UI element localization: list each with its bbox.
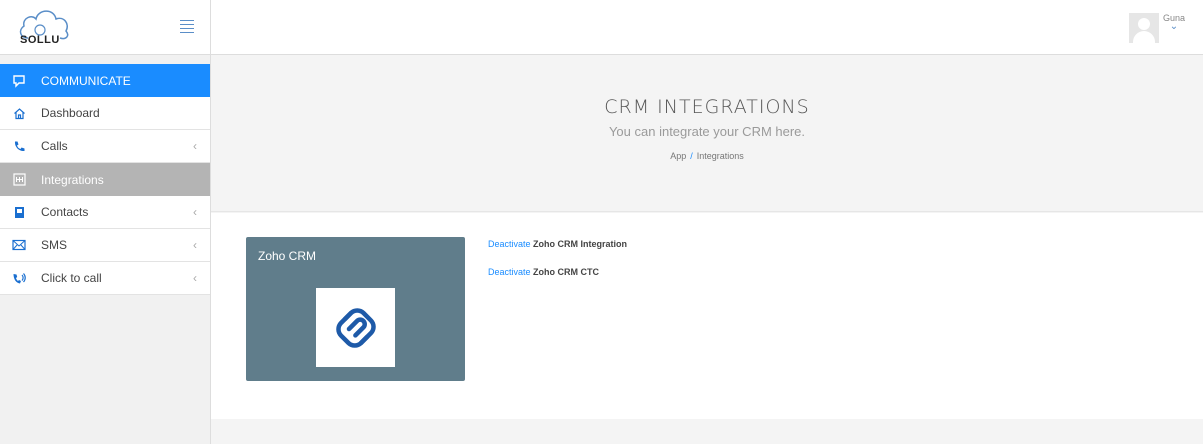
sidebar-item-label: Dashboard	[41, 106, 100, 120]
sidebar-item-click-to-call[interactable]: Click to call ‹	[0, 262, 210, 295]
chat-icon	[3, 74, 35, 88]
chevron-left-icon: ‹	[193, 238, 197, 252]
sidebar-item-label: SMS	[41, 238, 68, 252]
main-content: CRM INTEGRATIONS You can integrate your …	[211, 55, 1203, 444]
brand-name: SOLLU	[20, 34, 60, 46]
chevron-left-icon: ‹	[193, 205, 197, 219]
integrations-panel: Zoho CRM Deactivate Zoho CRM Integration…	[211, 213, 1203, 419]
sidebar: SOLLU COMMUNICATE Dashboard Calls ‹ Inte…	[0, 0, 211, 444]
menu-toggle-icon[interactable]	[180, 20, 194, 34]
sidebar-item-integrations[interactable]: Integrations	[0, 163, 210, 196]
user-menu[interactable]: Guna ⌄	[1128, 13, 1185, 43]
card-title: Zoho CRM	[258, 249, 317, 263]
sidebar-menu: COMMUNICATE Dashboard Calls ‹ Integratio…	[0, 64, 210, 295]
deactivate-ctc-link[interactable]: Deactivate	[488, 267, 531, 277]
breadcrumb-current: Integrations	[696, 151, 744, 161]
sidebar-item-label: Integrations	[41, 172, 104, 187]
sidebar-item-label: Contacts	[41, 205, 89, 219]
contacts-icon	[3, 206, 35, 219]
sms-icon	[3, 239, 35, 251]
click-to-call-icon	[3, 272, 35, 285]
deactivate-integration-link[interactable]: Deactivate	[488, 239, 531, 249]
sidebar-item-contacts[interactable]: Contacts ‹	[0, 196, 210, 229]
sidebar-section-label: COMMUNICATE	[41, 73, 131, 88]
breadcrumb-root[interactable]: App	[670, 151, 686, 161]
sidebar-item-dashboard[interactable]: Dashboard	[0, 97, 210, 130]
zoho-crm-card[interactable]: Zoho CRM	[246, 237, 465, 381]
sidebar-item-sms[interactable]: SMS ‹	[0, 229, 210, 262]
action-text: Zoho CRM CTC	[533, 267, 600, 277]
sidebar-item-calls[interactable]: Calls ‹	[0, 130, 210, 163]
action-text: Zoho CRM Integration	[533, 239, 628, 249]
action-row: Deactivate Zoho CRM CTC	[488, 267, 627, 277]
zoho-crm-logo-icon	[316, 288, 395, 367]
chevron-left-icon: ‹	[193, 139, 197, 153]
breadcrumb-separator: /	[690, 151, 693, 161]
page-header: CRM INTEGRATIONS You can integrate your …	[211, 55, 1203, 212]
action-row: Deactivate Zoho CRM Integration	[488, 239, 627, 249]
sidebar-item-label: Click to call	[41, 271, 102, 285]
page-subtitle: You can integrate your CRM here.	[608, 124, 806, 139]
chevron-left-icon: ‹	[193, 271, 197, 285]
phone-icon	[3, 140, 35, 153]
avatar[interactable]	[1128, 13, 1159, 43]
breadcrumb: App / Integrations	[211, 151, 1203, 161]
integrations-icon	[3, 173, 35, 186]
sidebar-item-label: Calls	[41, 139, 68, 153]
integration-actions: Deactivate Zoho CRM Integration Deactiva…	[488, 239, 627, 295]
page-title: CRM INTEGRATIONS	[604, 96, 810, 118]
logo-area: SOLLU	[0, 0, 210, 55]
chevron-down-icon[interactable]: ⌄	[1170, 21, 1178, 32]
user-meta: Guna ⌄	[1163, 13, 1185, 32]
top-bar: Guna ⌄	[211, 0, 1203, 55]
home-icon	[3, 107, 35, 120]
sidebar-section-communicate[interactable]: COMMUNICATE	[0, 64, 210, 97]
